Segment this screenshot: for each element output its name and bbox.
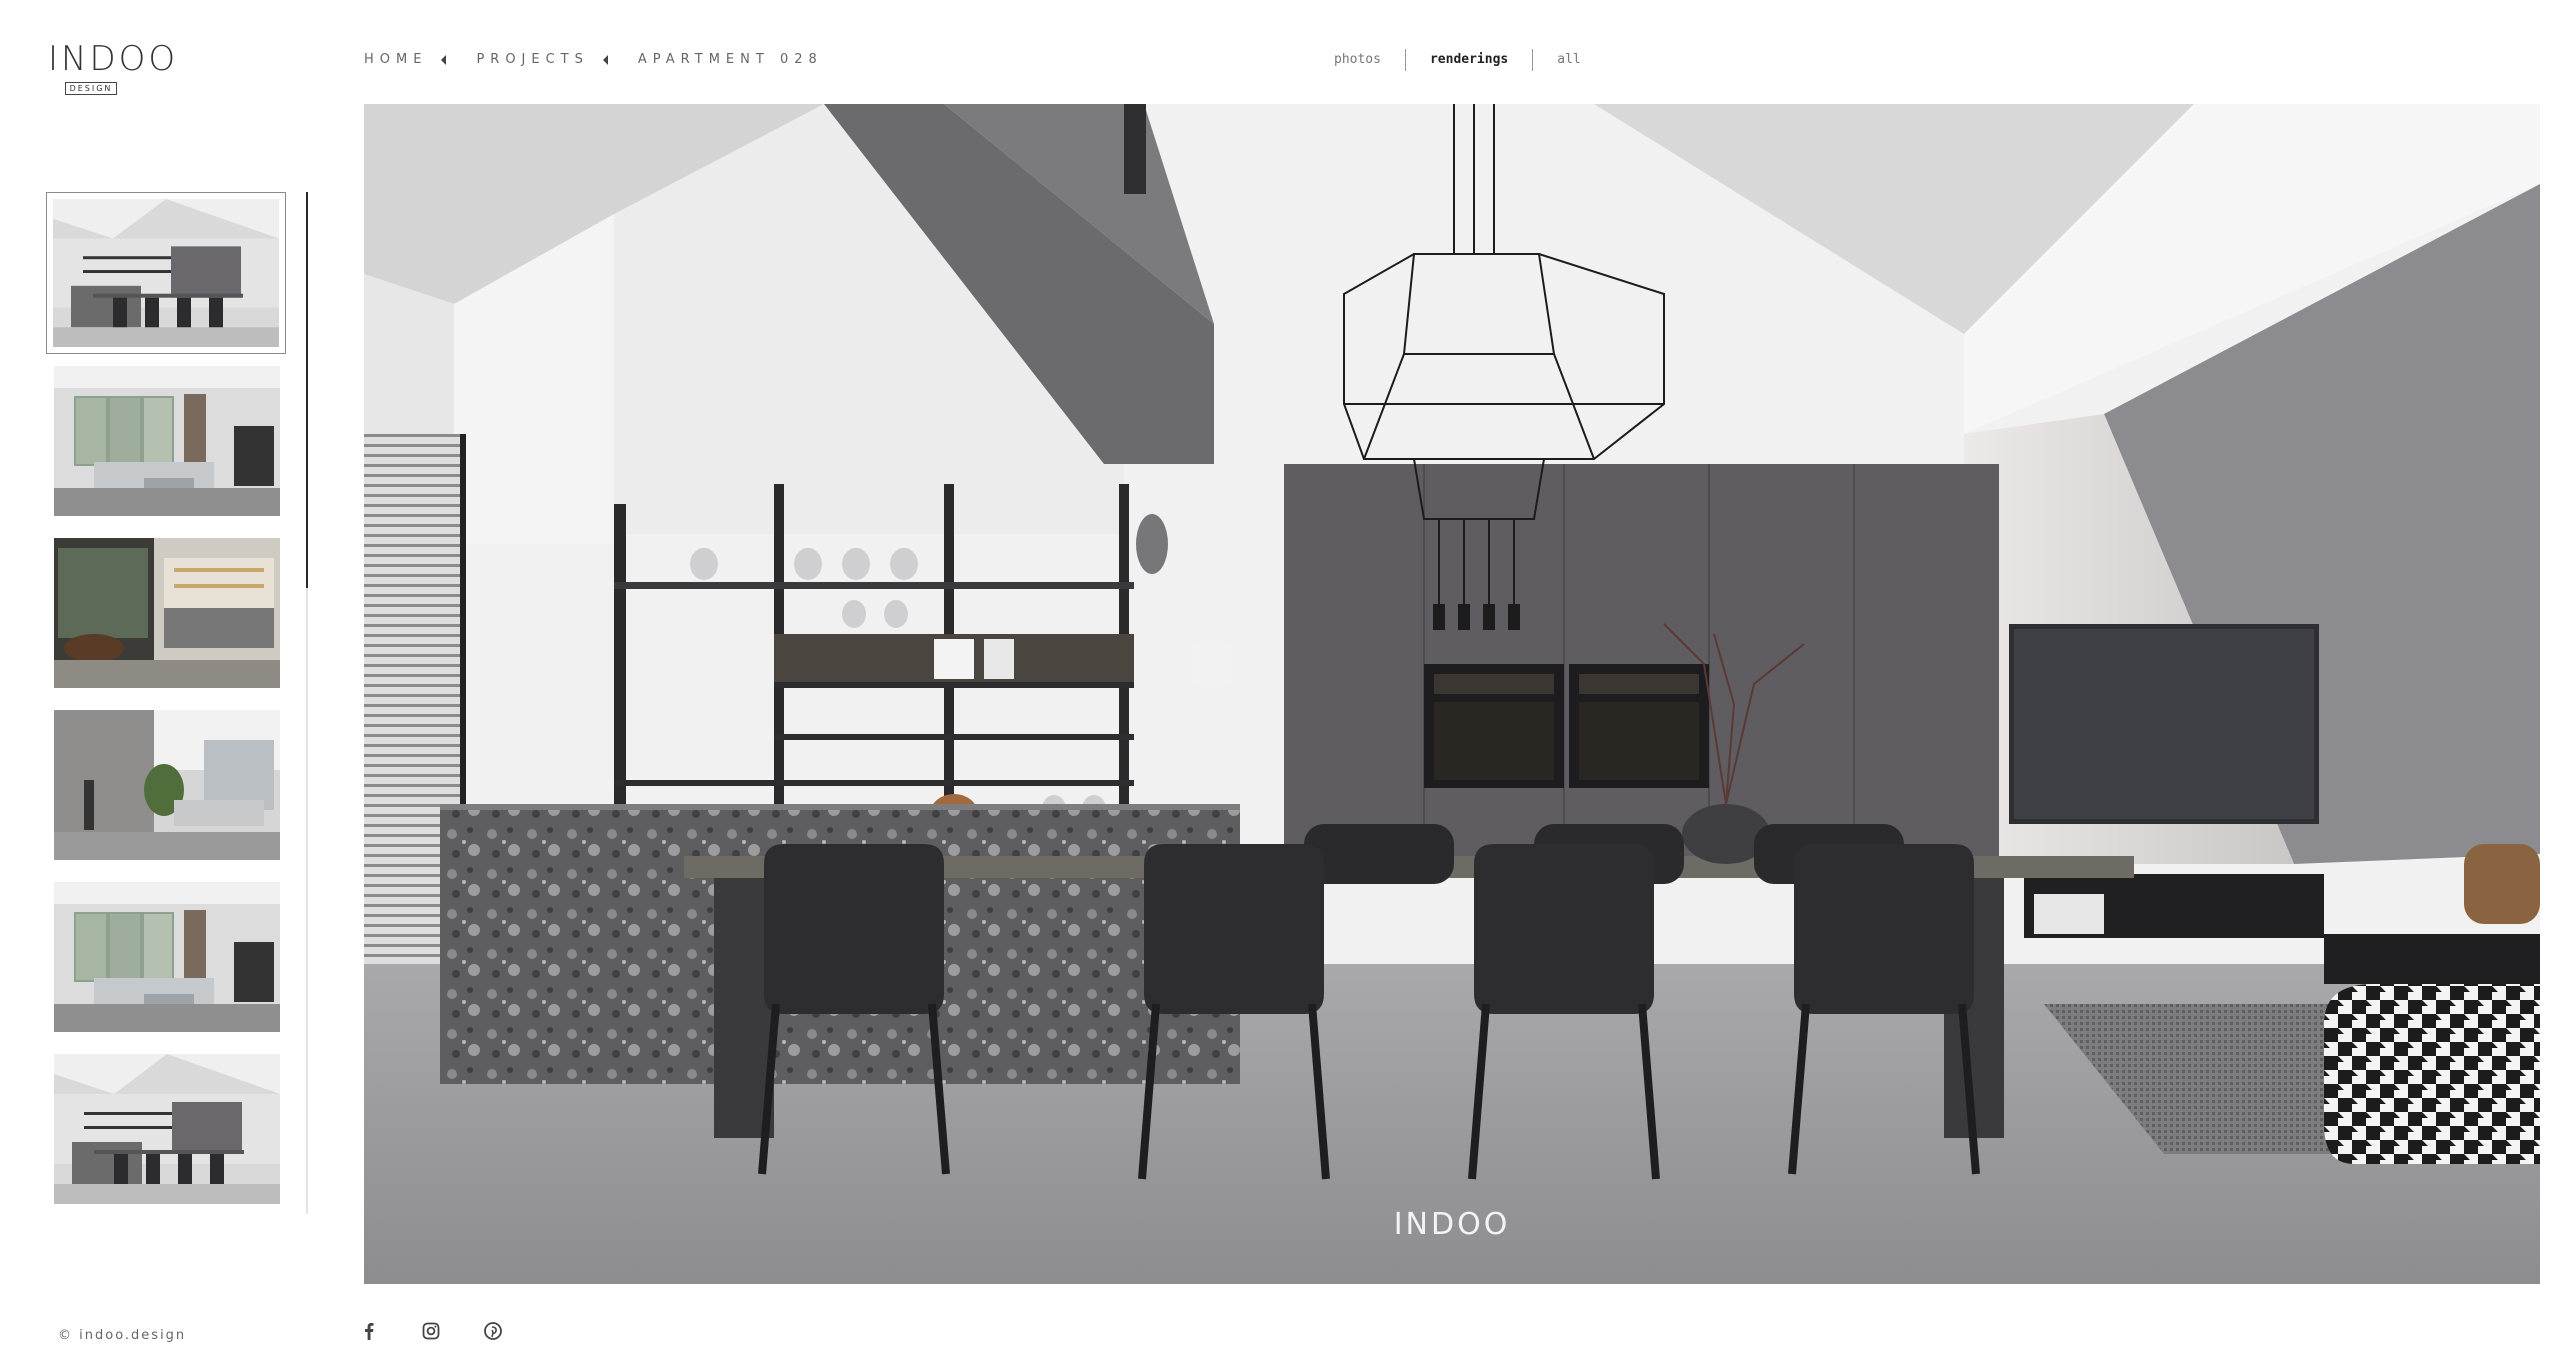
thumbnail-image [54, 882, 280, 1032]
thumbnail-3[interactable] [54, 538, 280, 688]
breadcrumb-separator-icon [441, 54, 447, 65]
main-rendering-image[interactable]: INDOO [364, 104, 2540, 1284]
instagram-icon[interactable] [420, 1320, 442, 1342]
breadcrumb-separator-icon [602, 54, 608, 65]
image-watermark: INDOO [1393, 1207, 1511, 1242]
facebook-icon[interactable] [358, 1320, 380, 1342]
tab-renderings[interactable]: renderings [1406, 49, 1532, 71]
gallery-filter-tabs: photos renderings all [1310, 49, 1605, 71]
breadcrumb-home[interactable]: HOME [364, 52, 427, 67]
thumbnail-5[interactable] [54, 882, 280, 1032]
breadcrumb: HOME PROJECTS APARTMENT 028 [364, 52, 823, 67]
thumbnail-image [54, 366, 280, 516]
thumbnail-image [54, 538, 280, 688]
thumbnail-4[interactable] [54, 710, 280, 860]
tab-photos[interactable]: photos [1310, 49, 1405, 71]
social-links [358, 1320, 504, 1342]
thumbnail-2[interactable] [54, 366, 280, 516]
rendering-scene [364, 104, 2540, 1284]
thumbnail-list [46, 192, 286, 1226]
thumbnail-image [54, 710, 280, 860]
thumbnail-6[interactable] [54, 1054, 280, 1204]
tab-all[interactable]: all [1533, 49, 1604, 71]
copyright-text: © indoo.design [58, 1328, 187, 1343]
thumbnail-image [53, 199, 279, 347]
brand-logo[interactable]: INDOO DESIGN [48, 39, 179, 95]
breadcrumb-projects[interactable]: PROJECTS [476, 52, 588, 67]
breadcrumb-current-project: APARTMENT 028 [637, 52, 823, 67]
thumbnail-image [54, 1054, 280, 1204]
pinterest-icon[interactable] [482, 1320, 504, 1342]
thumbnail-scrollbar-thumb[interactable] [306, 192, 308, 588]
logo-wordmark: INDOO [48, 39, 179, 79]
thumbnail-1[interactable] [46, 192, 286, 354]
logo-subtitle: DESIGN [64, 82, 118, 95]
